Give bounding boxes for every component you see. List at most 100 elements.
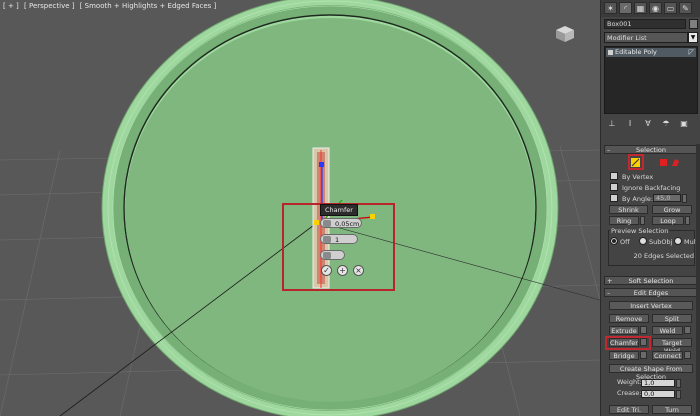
command-panel-scrollbar[interactable] <box>696 144 700 416</box>
crease-spinner[interactable] <box>676 390 681 399</box>
collapse-icon: – <box>607 146 611 154</box>
turn-button[interactable]: Turn <box>652 405 692 414</box>
bridge-button[interactable]: Bridge <box>609 351 639 360</box>
stack-item-label: Editable Poly <box>615 48 657 56</box>
connect-button[interactable]: Connect <box>652 351 683 360</box>
edit-edges-rollout-header[interactable]: – Edit Edges <box>604 288 698 297</box>
preview-subobj-radio[interactable]: SubObj <box>639 237 672 247</box>
expand-icon: + <box>607 277 613 285</box>
command-panel-tabs: ✶ ◜ ▦ ◉ ▭ ✎ <box>601 0 700 17</box>
weight-spinner[interactable] <box>676 379 681 388</box>
weight-field[interactable]: 1,0 <box>641 379 675 387</box>
viewcube-icon[interactable] <box>550 22 580 46</box>
edit-tri-button[interactable]: Edit Tri. <box>609 405 649 414</box>
chamfer-amount-icon <box>323 220 331 227</box>
viewport-label[interactable]: [ + ] [ Perspective ] [ Smooth + Highlig… <box>3 2 219 10</box>
modify-tab-icon[interactable]: ◜ <box>619 2 632 14</box>
by-vertex-label: By Vertex <box>622 173 654 181</box>
preview-subobj-label: SubObj <box>649 238 673 246</box>
crease-field[interactable]: 0,0 <box>641 390 675 398</box>
grow-button[interactable]: Grow <box>652 205 692 214</box>
preview-selection-group <box>608 230 695 266</box>
crease-label: Crease: <box>617 389 642 397</box>
chamfer-highlight <box>605 336 651 350</box>
loop-button[interactable]: Loop <box>652 216 684 225</box>
selection-rollout-header[interactable]: – Selection <box>604 145 698 154</box>
edit-edges-title: Edit Edges <box>633 289 669 297</box>
by-angle-checkbox[interactable]: By Angle: <box>610 194 653 203</box>
ignore-backfacing-label: Ignore Backfacing <box>622 184 681 192</box>
ring-spinner[interactable] <box>640 216 645 225</box>
preview-selection-options: Off SubObj Multi <box>610 237 700 246</box>
stack-item-editable-poly[interactable]: Editable Poly ◸ <box>606 48 696 57</box>
modifier-stack[interactable]: Editable Poly ◸ <box>604 46 698 114</box>
pin-icon[interactable]: ◸ <box>689 48 694 57</box>
utilities-tab-icon[interactable]: ✎ <box>679 2 692 14</box>
ignore-backfacing-checkbox[interactable]: Ignore Backfacing <box>610 183 680 192</box>
create-tab-icon[interactable]: ✶ <box>604 2 617 14</box>
soft-selection-rollout-header[interactable]: + Soft Selection <box>604 276 698 285</box>
chamfer-amount-value: 0,05cm <box>335 220 360 228</box>
insert-vertex-button[interactable]: Insert Vertex <box>609 301 693 310</box>
polygon-level-icon[interactable] <box>659 158 668 167</box>
command-panel: ✶ ◜ ▦ ◉ ▭ ✎ Box001 Modifier List ▼ Edita… <box>600 0 700 416</box>
weld-settings-button[interactable] <box>684 326 691 334</box>
weight-label: Weight: <box>617 378 642 386</box>
chamfer-open-icon <box>323 252 331 259</box>
shrink-button[interactable]: Shrink <box>609 205 648 214</box>
by-angle-label: By Angle: <box>622 195 654 203</box>
connect-settings-button[interactable] <box>684 351 691 359</box>
object-color-swatch[interactable] <box>689 19 698 29</box>
viewport-menu-perspective[interactable]: [ Perspective ] <box>24 2 74 10</box>
element-level-icon[interactable] <box>671 158 680 167</box>
edge-level-highlight <box>628 154 644 170</box>
by-angle-field[interactable]: 45,0 <box>653 194 681 202</box>
bridge-settings-button[interactable] <box>640 351 647 359</box>
preview-off-label: Off <box>620 238 630 246</box>
pin-stack-icon[interactable]: ⊥ <box>606 118 618 130</box>
split-button[interactable]: Split <box>652 314 692 323</box>
display-tab-icon[interactable]: ▭ <box>664 2 677 14</box>
remove-modifier-icon[interactable]: ☂ <box>660 118 672 130</box>
show-end-result-icon[interactable]: Ⅰ <box>624 118 636 130</box>
subobject-level-icons <box>604 156 698 172</box>
by-vertex-checkbox[interactable]: By Vertex <box>610 172 653 181</box>
configure-sets-icon[interactable]: ▣ <box>678 118 690 130</box>
extrude-button[interactable]: Extrude <box>609 326 639 335</box>
target-weld-button[interactable]: Target Weld <box>652 338 692 355</box>
stack-expand-icon[interactable] <box>608 50 613 55</box>
stack-tools: ⊥ Ⅰ ∀ ☂ ▣ <box>604 118 698 131</box>
make-unique-icon[interactable]: ∀ <box>642 118 654 130</box>
chamfer-segments-field[interactable]: 1 <box>320 234 358 244</box>
motion-tab-icon[interactable]: ◉ <box>649 2 662 14</box>
chamfer-segments-value: 1 <box>335 236 340 244</box>
chamfer-caddy-highlight <box>282 203 395 291</box>
caddy-ok-button[interactable]: ✓ <box>321 265 332 276</box>
viewport-menu-shading[interactable]: [ Smooth + Highlights + Edged Faces ] <box>80 2 217 10</box>
chamfer-segments-icon <box>323 236 331 243</box>
chamfer-amount-field[interactable]: 0,05cm <box>320 218 362 228</box>
hierarchy-tab-icon[interactable]: ▦ <box>634 2 647 14</box>
perspective-viewport[interactable]: [ + ] [ Perspective ] [ Smooth + Highlig… <box>0 0 600 416</box>
chamfer-open-field[interactable] <box>320 250 345 260</box>
weld-button[interactable]: Weld <box>652 326 683 335</box>
selection-title: Selection <box>636 146 666 154</box>
loop-spinner[interactable] <box>685 216 690 225</box>
caddy-title: Chamfer <box>320 204 358 216</box>
chevron-down-icon[interactable]: ▼ <box>688 32 698 43</box>
modifier-list-dropdown[interactable]: Modifier List <box>604 32 688 43</box>
soft-selection-title: Soft Selection <box>628 277 674 285</box>
create-shape-button[interactable]: Create Shape From Selection <box>609 364 693 381</box>
selection-status: 20 Edges Selected <box>633 252 694 260</box>
extrude-settings-button[interactable] <box>640 326 647 334</box>
preview-off-radio[interactable]: Off <box>610 237 630 247</box>
caddy-apply-button[interactable]: + <box>337 265 348 276</box>
preview-selection-label: Preview Selection <box>610 227 670 235</box>
caddy-cancel-button[interactable]: × <box>353 265 364 276</box>
ring-button[interactable]: Ring <box>609 216 639 225</box>
collapse-icon: – <box>607 289 611 297</box>
by-angle-spinner[interactable] <box>682 194 687 203</box>
object-name-field[interactable]: Box001 <box>604 19 686 29</box>
viewport-menu-plus[interactable]: [ + ] <box>3 2 19 10</box>
remove-button[interactable]: Remove <box>609 314 649 323</box>
